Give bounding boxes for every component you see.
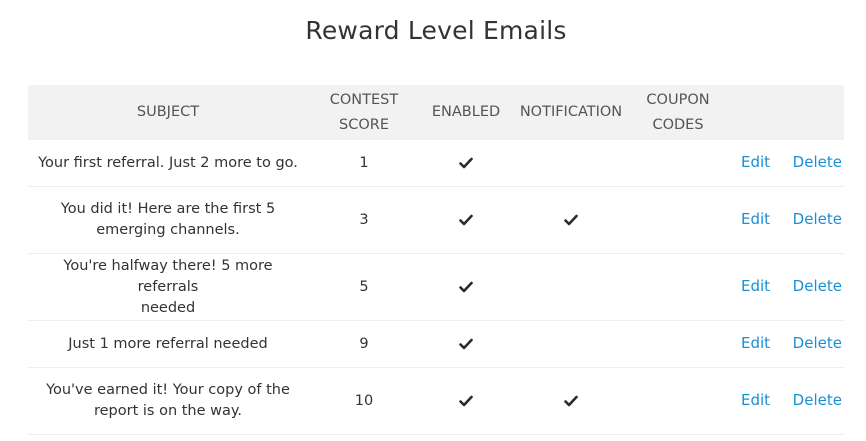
check-icon [459, 337, 473, 351]
table-row: You're halfway there! 5 more referrals n… [28, 253, 844, 321]
contest-score-value: 1 [359, 154, 369, 171]
subject-line2: emerging channels. [96, 222, 240, 238]
notification-cell [512, 253, 630, 321]
page-title: Reward Level Emails [305, 16, 567, 45]
table-body: Your first referral. Just 2 more to go. … [28, 140, 844, 435]
delete-link[interactable]: Delete [793, 276, 842, 297]
subject-line2: needed [140, 299, 196, 316]
edit-link[interactable]: Edit [741, 209, 770, 230]
header-notification-label: NOTIFICATION [519, 104, 623, 120]
actions-cell: Edit Delete [726, 140, 844, 187]
header-contest-score-line1: CONTEST [329, 91, 399, 108]
subject-cell: You did it! Here are the first 5 emergin… [28, 186, 308, 254]
header-actions [726, 85, 844, 140]
header-contest-score: CONTEST SCORE [308, 85, 420, 140]
edit-link[interactable]: Edit [741, 333, 770, 354]
edit-link[interactable]: Edit [741, 390, 770, 411]
header-subject: SUBJECT [28, 85, 308, 140]
edit-link[interactable]: Edit [741, 152, 770, 173]
notification-cell [512, 140, 630, 187]
delete-link[interactable]: Delete [793, 390, 842, 411]
subject-line1: You're halfway there! 5 more referrals [63, 257, 273, 295]
contest-score-cell: 9 [308, 320, 420, 368]
edit-link[interactable]: Edit [741, 276, 770, 297]
contest-score-value: 3 [359, 211, 369, 228]
contest-score-cell: 5 [308, 253, 420, 321]
check-icon [459, 156, 473, 170]
check-icon [564, 213, 578, 227]
table-header-row: SUBJECT CONTEST SCORE ENABLED NOTIFICATI… [28, 85, 844, 140]
enabled-cell [420, 367, 512, 435]
header-coupon-codes-line2: CODES [652, 116, 704, 133]
coupon-codes-cell [630, 140, 726, 187]
actions-cell: Edit Delete [726, 186, 844, 254]
coupon-codes-cell [630, 253, 726, 321]
subject-cell: Just 1 more referral needed [28, 320, 308, 368]
header-coupon-codes-line1: COUPON [646, 91, 710, 108]
coupon-codes-cell [630, 320, 726, 368]
coupon-codes-cell [630, 186, 726, 254]
actions-cell: Edit Delete [726, 367, 844, 435]
notification-cell [512, 320, 630, 368]
header-notification: NOTIFICATION [512, 85, 630, 140]
table-row: You did it! Here are the first 5 emergin… [28, 186, 844, 254]
contest-score-value: 9 [359, 335, 369, 352]
header-enabled: ENABLED [420, 85, 512, 140]
subject-cell: Your first referral. Just 2 more to go. [28, 140, 308, 187]
check-icon [459, 280, 473, 294]
contest-score-cell: 1 [308, 140, 420, 187]
check-icon [459, 394, 473, 408]
table-row: Your first referral. Just 2 more to go. … [28, 140, 844, 187]
header-enabled-label: ENABLED [431, 104, 501, 120]
subject-line1: You did it! Here are the first 5 [60, 201, 276, 217]
reward-emails-table: SUBJECT CONTEST SCORE ENABLED NOTIFICATI… [28, 85, 844, 435]
notification-cell [512, 367, 630, 435]
header-subject-label: SUBJECT [136, 104, 200, 120]
contest-score-cell: 10 [308, 367, 420, 435]
subject-line1: Just 1 more referral needed [68, 335, 268, 352]
table-row: You've earned it! Your copy of the repor… [28, 367, 844, 435]
contest-score-value: 10 [354, 392, 374, 409]
table-row: Just 1 more referral needed 9 Edit Delet… [28, 320, 844, 368]
subject-line1: Your first referral. Just 2 more to go. [38, 154, 298, 171]
notification-cell [512, 186, 630, 254]
header-coupon-codes: COUPON CODES [630, 85, 726, 140]
check-icon [564, 394, 578, 408]
contest-score-value: 5 [359, 278, 369, 295]
actions-cell: Edit Delete [726, 253, 844, 321]
subject-line1: You've earned it! Your copy of the [46, 382, 290, 398]
subject-cell: You've earned it! Your copy of the repor… [28, 367, 308, 435]
enabled-cell [420, 186, 512, 254]
delete-link[interactable]: Delete [793, 333, 842, 354]
actions-cell: Edit Delete [726, 320, 844, 368]
reward-emails-table-wrap: SUBJECT CONTEST SCORE ENABLED NOTIFICATI… [28, 85, 844, 435]
check-icon [459, 213, 473, 227]
coupon-codes-cell [630, 367, 726, 435]
subject-cell: You're halfway there! 5 more referrals n… [28, 253, 308, 321]
enabled-cell [420, 320, 512, 368]
subject-line2: report is on the way. [93, 403, 243, 419]
enabled-cell [420, 253, 512, 321]
delete-link[interactable]: Delete [793, 152, 842, 173]
enabled-cell [420, 140, 512, 187]
header-contest-score-line2: SCORE [339, 116, 389, 133]
delete-link[interactable]: Delete [793, 209, 842, 230]
contest-score-cell: 3 [308, 186, 420, 254]
